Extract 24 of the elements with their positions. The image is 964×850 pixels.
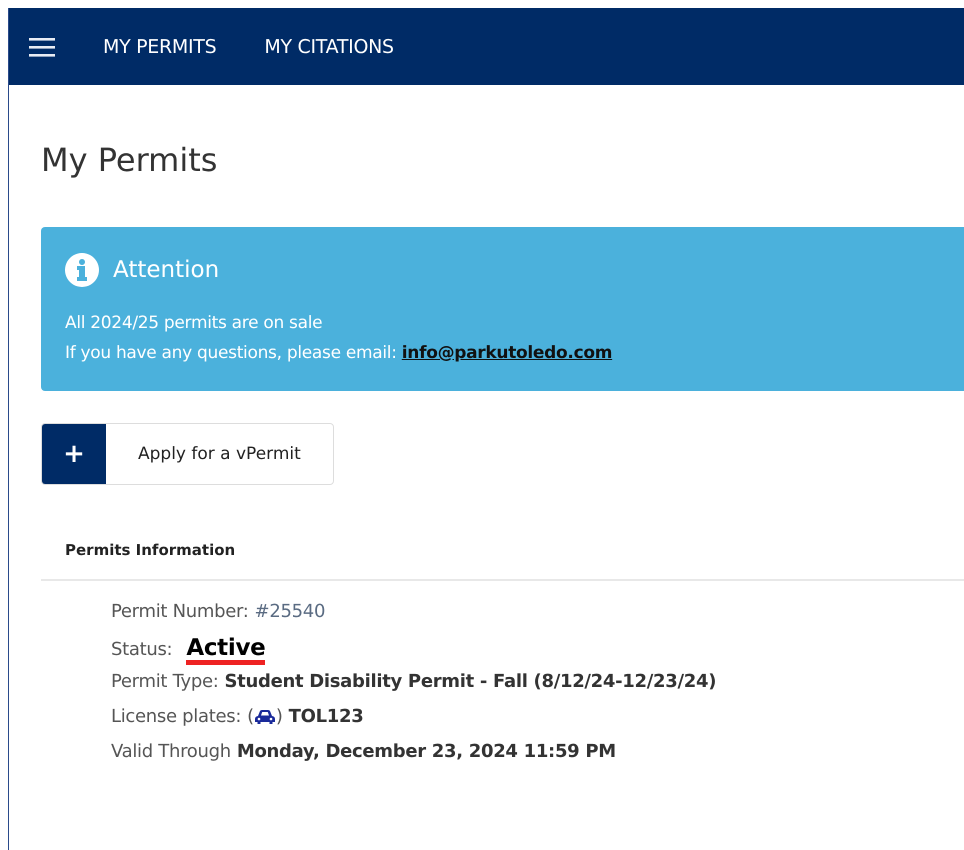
nav-link[interactable]: MY PERMITS	[103, 36, 216, 58]
field-value: Monday, December 23, 2024 11:59 PM	[236, 741, 616, 762]
info-icon	[65, 253, 99, 287]
banner-text: All 2024/25 permits are on sale	[65, 313, 324, 333]
field-value: Student Disability Permit - Fall (8/12/24-12/23/24)	[224, 671, 716, 692]
permit-number: #25540	[254, 601, 326, 622]
car-icon	[254, 708, 276, 724]
field-label: License plates:	[111, 706, 242, 727]
parenthesis: )	[276, 706, 283, 727]
section-heading: Permits Information	[65, 541, 236, 561]
field-label: Status:	[111, 639, 172, 660]
page-title: My Permits	[41, 141, 218, 179]
menu-icon[interactable]	[29, 36, 55, 56]
field-label: Permit Number:	[111, 601, 249, 622]
field-label: Permit Type:	[111, 671, 218, 692]
nav-link[interactable]: MY CITATIONS	[264, 36, 394, 58]
field-label: Valid Through	[111, 741, 231, 762]
parenthesis: (	[247, 706, 254, 727]
email-link[interactable]: info@parkutoledo.com	[402, 343, 612, 363]
banner-title: Attention	[113, 257, 220, 283]
status-value: Active	[186, 636, 266, 666]
banner-text: If you have any questions, please email: info@parkutoledo.com	[65, 343, 614, 363]
apply-button[interactable]: + Apply for a vPermit	[41, 423, 334, 485]
plate-number: TOL123	[288, 706, 364, 727]
